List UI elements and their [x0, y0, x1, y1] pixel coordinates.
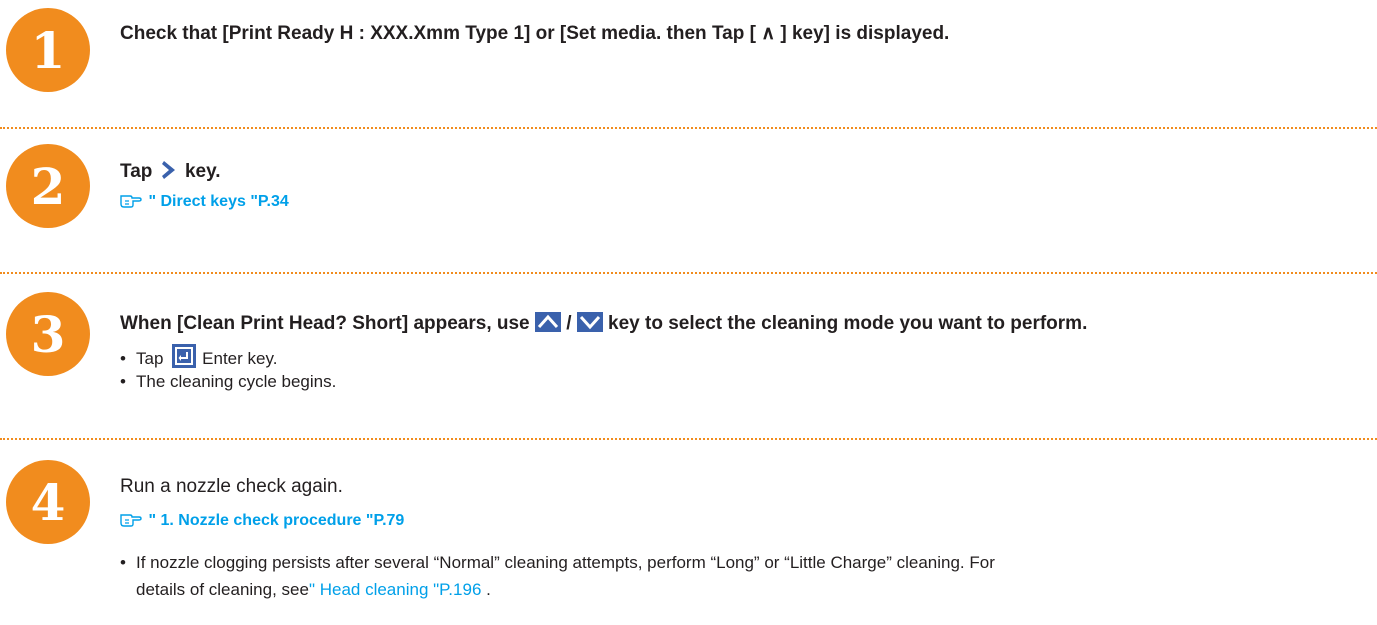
step-number: 4 — [30, 473, 66, 532]
bullet-item: • The cleaning cycle begins. — [120, 372, 336, 392]
heading-separator: / — [566, 313, 572, 334]
head-cleaning-link[interactable]: " Head cleaning "P.196 — [309, 580, 481, 599]
step-number-badge: 4 — [6, 460, 90, 544]
step-divider — [0, 272, 1377, 274]
cross-reference-link[interactable]: " 1. Nozzle check procedure "P.79 — [120, 511, 404, 530]
up-arrow-key-icon — [534, 312, 561, 332]
reference-text: " 1. Nozzle check procedure "P.79 — [148, 512, 405, 529]
step-number-badge: 1 — [6, 8, 90, 92]
bullet-dot: • — [120, 372, 126, 391]
step-number: 3 — [30, 305, 66, 364]
down-arrow-key-icon — [576, 312, 603, 332]
note-continuation: details of cleaning, see" Head cleaning … — [136, 580, 491, 600]
pointing-hand-icon — [120, 514, 142, 527]
bullet-text-after: Enter key. — [202, 349, 278, 368]
bullet-dot: • — [120, 349, 126, 368]
heading-text-after: key. — [184, 161, 221, 182]
step-number: 1 — [30, 21, 66, 80]
reference-text: " Direct keys "P.34 — [148, 193, 289, 210]
heading-text-before: Tap — [120, 161, 153, 182]
step-heading: Run a nozzle check again. — [120, 476, 343, 497]
heading-text-before: When [Clean Print Head? Short] appears, … — [120, 313, 530, 334]
step-heading: Check that [Print Ready H : XXX.Xmm Type… — [120, 23, 950, 44]
cross-reference-link[interactable]: " Direct keys "P.34 — [120, 192, 289, 211]
note-text-after: . — [481, 580, 491, 599]
step-number: 2 — [30, 157, 66, 216]
bullet-item: • If nozzle clogging persists after sever… — [120, 553, 995, 573]
bullet-text-before: Tap — [136, 349, 164, 368]
note-text-before: details of cleaning, see — [136, 580, 309, 599]
step-heading: Tap key. — [120, 159, 221, 183]
step-divider — [0, 127, 1377, 129]
step-number-badge: 3 — [6, 292, 90, 376]
step-heading: When [Clean Print Head? Short] appears, … — [120, 311, 1087, 335]
bullet-item: • Tap Enter key. — [120, 344, 277, 369]
bullet-dot: • — [120, 553, 126, 572]
heading-text-after: key to select the cleaning mode you want… — [608, 313, 1088, 334]
step-divider — [0, 438, 1377, 440]
pointing-hand-icon — [120, 195, 142, 208]
enter-key-icon — [172, 344, 197, 368]
right-arrow-key-icon — [157, 159, 180, 181]
step-number-badge: 2 — [6, 144, 90, 228]
note-text: If nozzle clogging persists after severa… — [136, 553, 995, 572]
bullet-text: The cleaning cycle begins. — [136, 372, 337, 391]
